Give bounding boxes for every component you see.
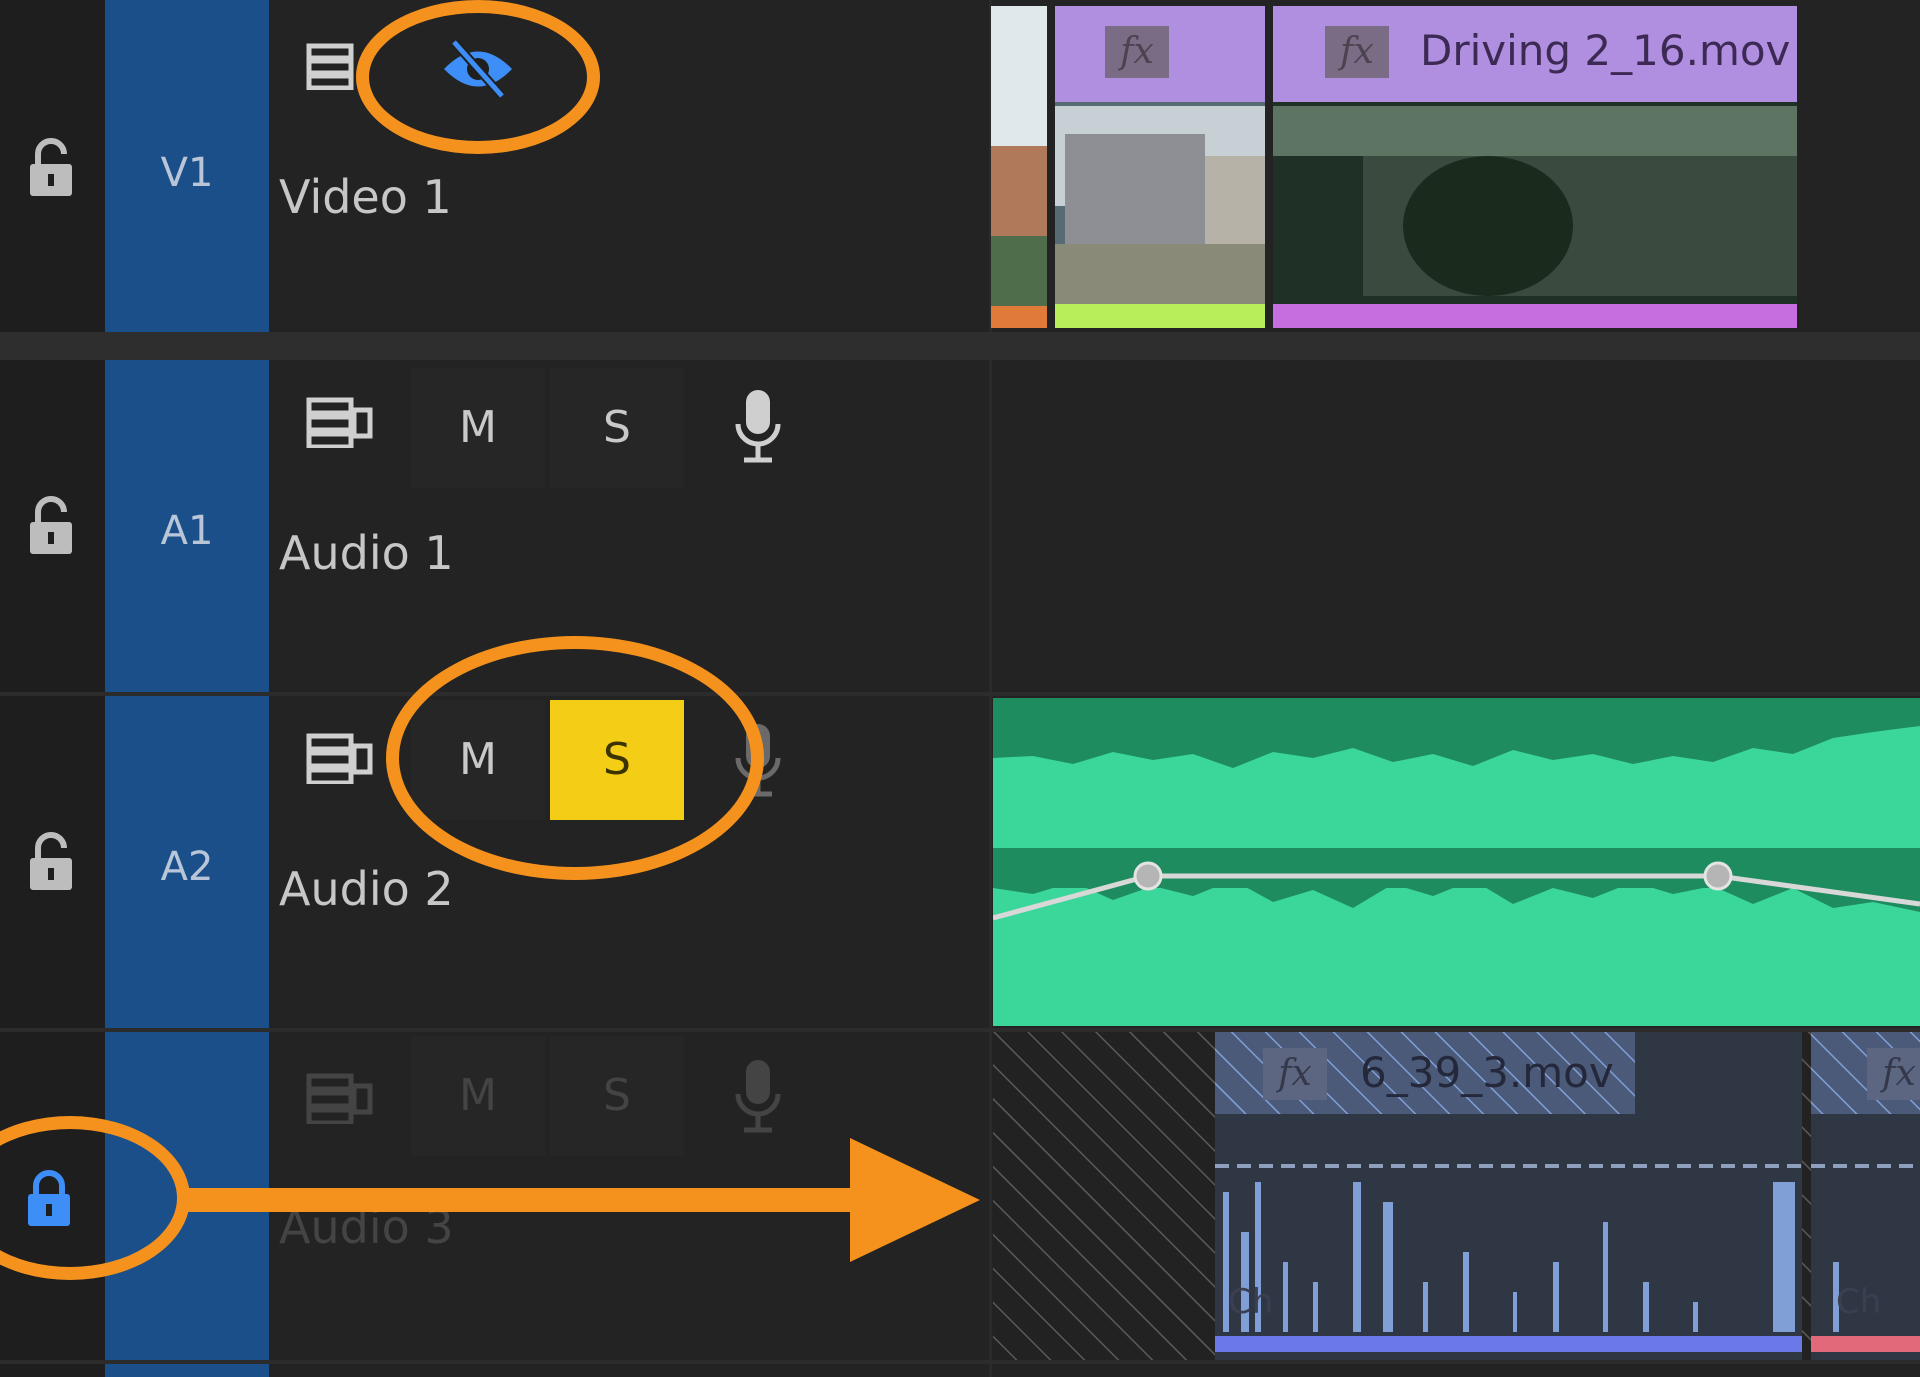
unlocked-icon[interactable] [26, 138, 76, 198]
annotation-arrow [180, 1138, 980, 1262]
video-clip-name: Driving 2_16.mov [1420, 26, 1791, 75]
annotation-circle-mute-solo [386, 636, 764, 880]
audio-clip-name: 6_39_3.mov [1360, 1048, 1614, 1097]
track-tag-v1[interactable]: V1 [105, 150, 269, 196]
fx-badge: fx [1105, 26, 1169, 78]
track-divider [0, 1360, 1920, 1364]
solo-button-a1[interactable]: S [550, 368, 684, 488]
unlocked-icon[interactable] [26, 832, 76, 892]
audio-clip-a3-next[interactable]: fx [1825, 1034, 1920, 1114]
channel-label: Ch [1836, 1282, 1882, 1322]
track-options-icon[interactable] [306, 42, 354, 90]
audio-clip-a3[interactable]: fx 6_39_3.mov [1215, 1034, 1635, 1114]
audio-clip-a2[interactable] [993, 698, 1920, 1026]
track-divider [0, 692, 1920, 696]
video-clip-1[interactable] [991, 6, 1047, 328]
video-clip-driving[interactable]: fx Driving 2_16.mov [1273, 6, 1797, 328]
track-options-icon[interactable] [306, 732, 376, 784]
track-name-audio-1: Audio 1 [279, 526, 454, 580]
track-options-icon[interactable] [306, 396, 376, 448]
unlocked-icon[interactable] [26, 496, 76, 556]
microphone-icon[interactable] [732, 1058, 784, 1134]
track-divider [0, 332, 1920, 360]
track-options-icon[interactable] [306, 1072, 376, 1124]
fx-badge: fx [1325, 26, 1389, 78]
fx-badge: fx [1867, 1048, 1920, 1100]
fx-badge: fx [1263, 1048, 1327, 1100]
channel-label: Ch [1228, 1282, 1274, 1322]
annotation-circle-eye [356, 0, 600, 154]
video-clip-2[interactable]: fx [1055, 6, 1265, 328]
mute-button-a1[interactable]: M [411, 368, 545, 488]
microphone-icon[interactable] [732, 388, 784, 464]
timeline-panel: V1 Video 1 fx fx Driving 2_16.mov A1 M S… [0, 0, 1920, 1377]
audio-waveform [993, 726, 1920, 1026]
track-name-audio-2: Audio 2 [279, 862, 454, 916]
track-tag-a2[interactable]: A2 [105, 844, 269, 890]
track-tag-a1[interactable]: A1 [105, 508, 269, 554]
track-name-video-1: Video 1 [279, 170, 452, 224]
